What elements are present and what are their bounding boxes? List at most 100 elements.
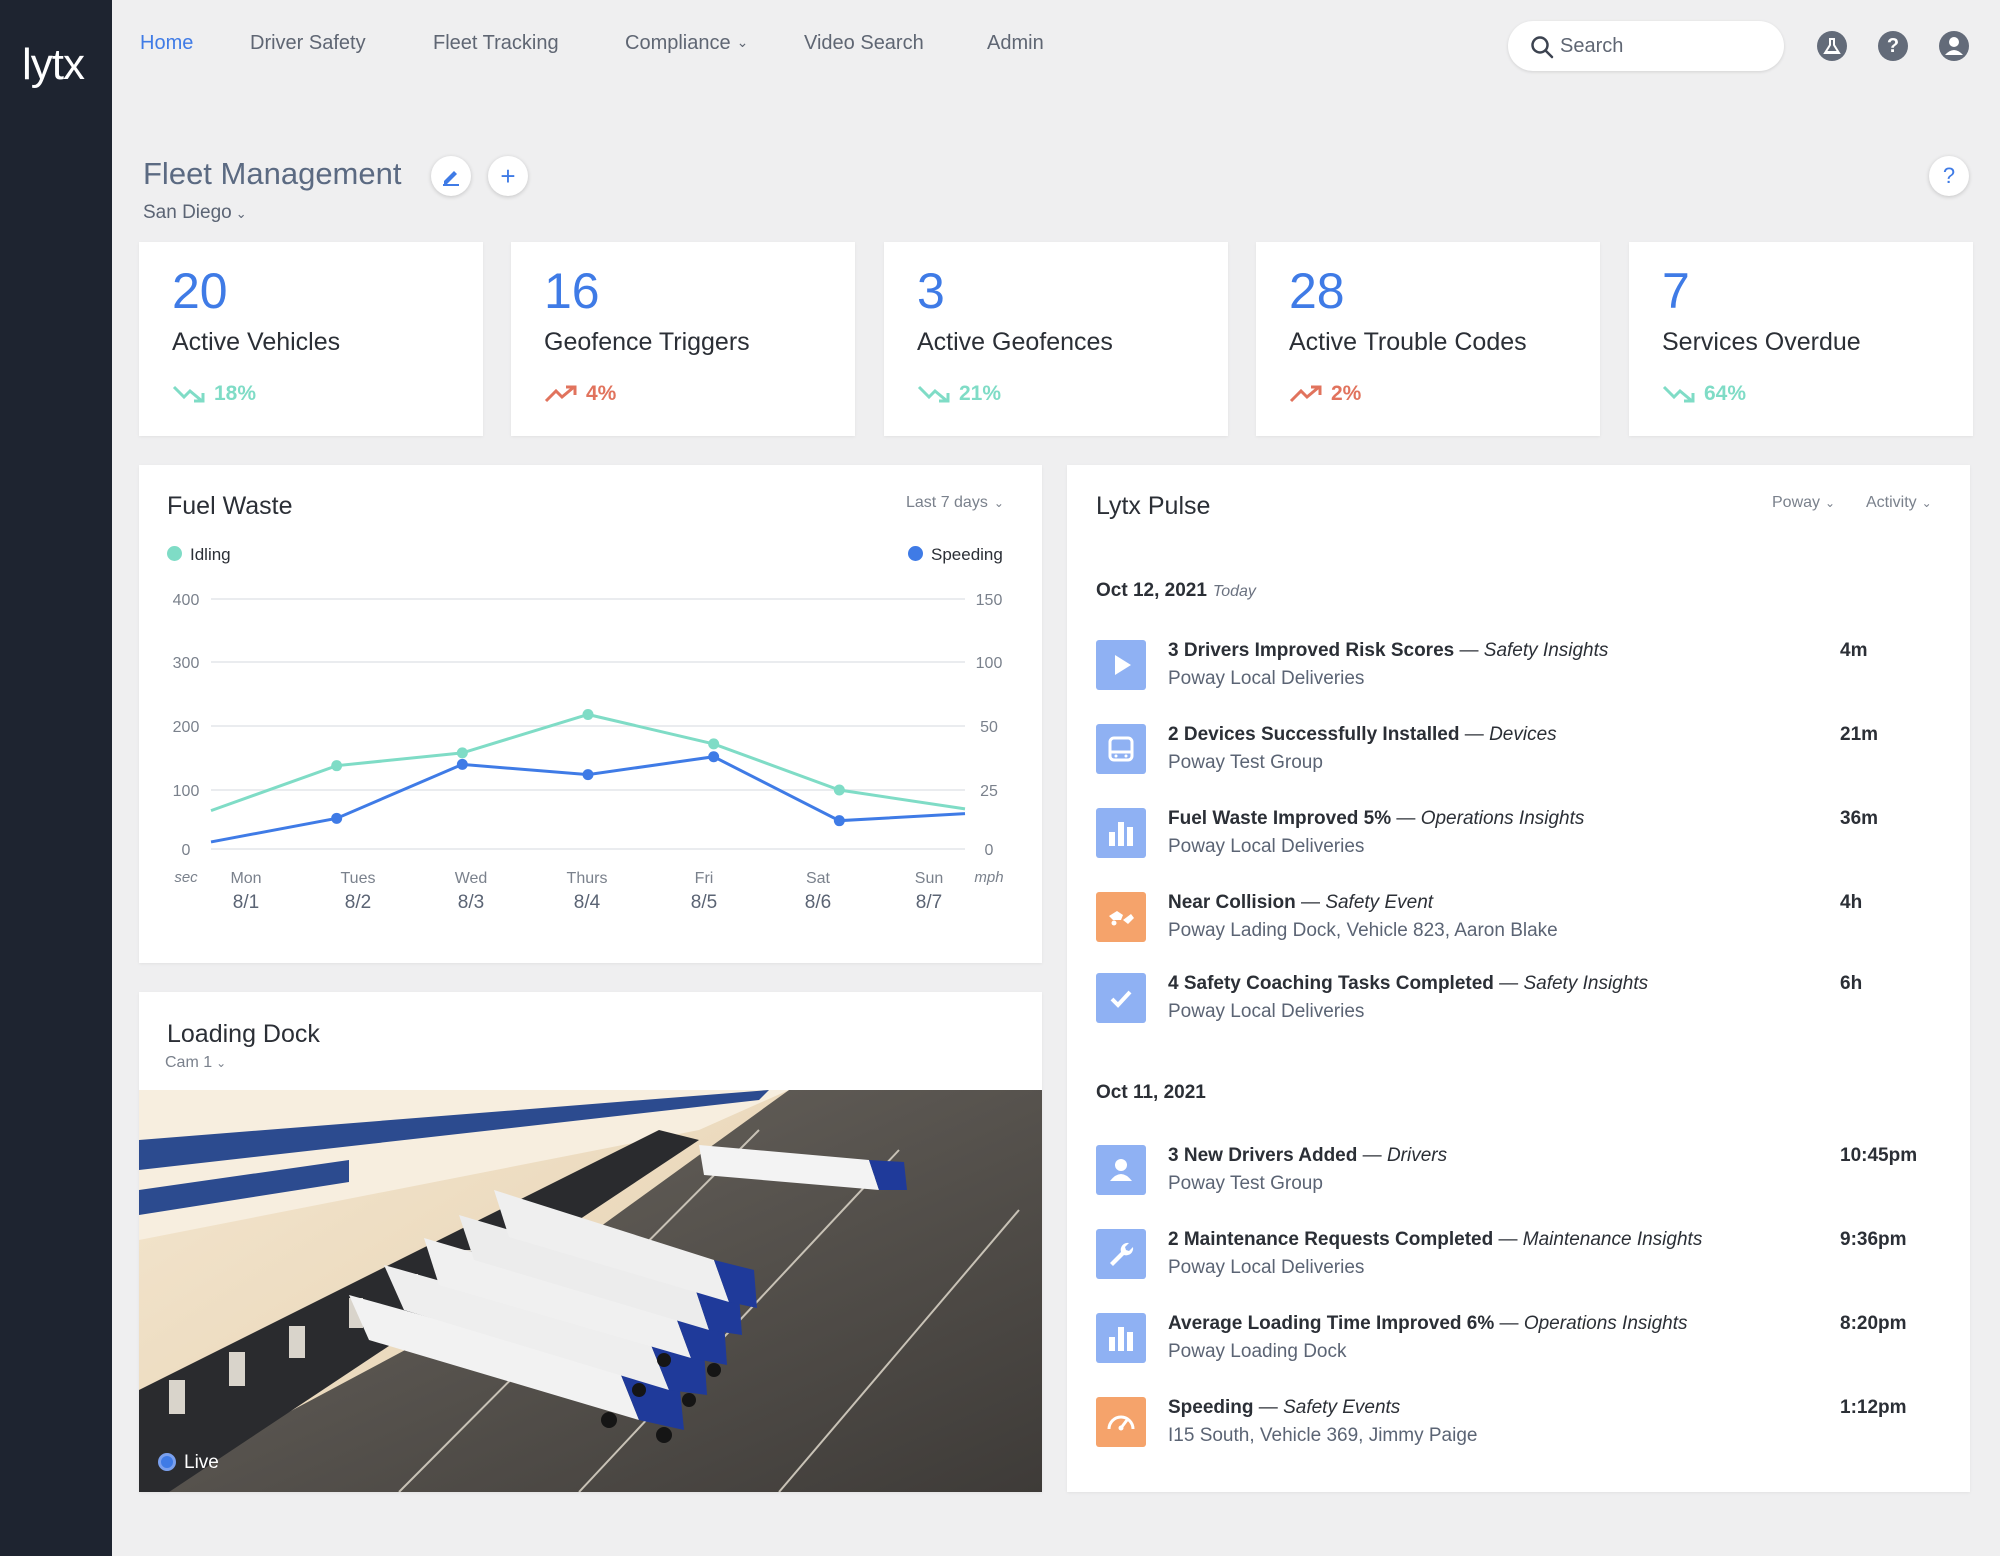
legend-label: Speeding [931,545,1003,564]
stat-label: Active Geofences [917,328,1113,356]
search-icon [1531,36,1554,59]
bar-chart-icon [1096,1313,1146,1363]
x-axis-day-label: Thurs [567,870,608,887]
loading-dock-title: Loading Dock [167,1020,320,1048]
wrench-icon [1096,1229,1146,1279]
pulse-item-category: Maintenance Insights [1522,1229,1703,1250]
nav-fleet-tracking[interactable]: Fleet Tracking [433,32,559,55]
pulse-item[interactable]: 3 New Drivers Added — Drivers Poway Test … [1096,1145,1936,1205]
trend-down-icon [172,386,205,403]
user-icon[interactable] [1939,31,1969,61]
pulse-item-category: Devices [1489,724,1557,745]
stat-label: Geofence Triggers [544,328,750,356]
edit-button[interactable] [431,156,471,196]
pulse-item-category: Safety Insights [1483,640,1609,661]
stat-card-active-vehicles[interactable]: 20 Active Vehicles 18% [139,242,483,436]
pulse-item-headline: 3 Drivers Improved Risk Scores [1168,640,1455,661]
stat-card-active-trouble-codes[interactable]: 28 Active Trouble Codes 2% [1256,242,1600,436]
nav-admin[interactable]: Admin [987,32,1044,55]
stat-label: Active Trouble Codes [1289,328,1527,356]
pulse-item[interactable]: Speeding — Safety Events I15 South, Vehic… [1096,1397,1936,1457]
data-point-speeding [331,812,343,824]
stat-value: 3 [917,263,945,319]
pulse-item-category: Operations Insights [1420,808,1585,829]
page-help-button[interactable]: ? [1929,156,1969,196]
flask-icon[interactable] [1817,31,1847,61]
x-axis-date-label: 8/4 [574,892,601,913]
date-range-dropdown[interactable]: Last 7 days ⌄ [906,494,1004,512]
pulse-item-title: 4 Safety Coaching Tasks Completed — Safe… [1168,973,1649,994]
page-title: Fleet Management [143,156,402,191]
location-label: San Diego [143,202,232,223]
pulse-item-category: Safety Events [1283,1397,1401,1418]
pulse-item-time: 10:45pm [1840,1145,1918,1166]
x-axis-day-label: Sun [915,870,943,887]
nav-home[interactable]: Home [140,32,193,55]
pulse-item-subtitle: Poway Local Deliveries [1168,836,1365,857]
left-axis-tick: 0 [182,842,191,859]
x-axis-date-label: 8/1 [233,892,259,913]
stat-trend: 64% [1662,382,1746,406]
pulse-item[interactable]: 4 Safety Coaching Tasks Completed — Safe… [1096,973,1936,1033]
nav-compliance[interactable]: Compliance ⌄ [625,32,748,55]
search-box[interactable] [1508,21,1784,71]
stat-value: 16 [544,263,600,319]
fuel-waste-title: Fuel Waste [167,492,293,520]
stat-card-geofence-triggers[interactable]: 16 Geofence Triggers 4% [511,242,855,436]
pulse-item[interactable]: Fuel Waste Improved 5% — Operations Insi… [1096,808,1936,868]
add-button[interactable]: + [488,156,528,196]
stat-trend: 21% [917,382,1001,406]
stat-card-active-geofences[interactable]: 3 Active Geofences 21% [884,242,1228,436]
nav-video-search[interactable]: Video Search [804,32,924,55]
lytx-logo[interactable]: lytx [22,40,85,90]
stat-value: 7 [1662,263,1690,319]
activity-filter-dropdown[interactable]: Activity ⌄ [1866,494,1932,512]
location-filter-dropdown[interactable]: Poway ⌄ [1772,494,1835,512]
camera-feed[interactable] [139,1090,1042,1492]
live-label: Live [184,1452,219,1473]
collision-icon [1096,892,1146,942]
chevron-down-icon: ⌄ [1825,496,1836,510]
pulse-item[interactable]: 2 Maintenance Requests Completed — Maint… [1096,1229,1936,1289]
help-icon[interactable]: ? [1878,31,1908,61]
stat-value: 20 [172,263,228,319]
stat-card-services-overdue[interactable]: 7 Services Overdue 64% [1629,242,1973,436]
location-filter-label: Poway [1772,494,1821,511]
data-point-idling [708,738,720,750]
left-axis-tick: 200 [173,719,200,736]
camera-label: Cam 1 [165,1054,213,1071]
pulse-item-title: 2 Devices Successfully Installed — Devic… [1168,724,1557,745]
x-axis-date-label: 8/3 [458,892,484,913]
nav-driver-safety[interactable]: Driver Safety [250,32,366,55]
pulse-item-headline: 2 Devices Successfully Installed [1168,724,1460,745]
pulse-item[interactable]: Average Loading Time Improved 6% — Opera… [1096,1313,1936,1373]
left-axis-tick: 100 [173,783,200,800]
stat-trend: 2% [1289,382,1361,406]
pulse-item-headline: 3 New Drivers Added [1168,1145,1358,1166]
pulse-item-time: 9:36pm [1840,1229,1907,1250]
pulse-item-headline: Fuel Waste Improved 5% [1168,808,1392,829]
pulse-item-headline: Speeding [1168,1397,1254,1418]
pulse-item[interactable]: Near Collision — Safety Event Poway Ladin… [1096,892,1936,952]
series-line-idling [210,712,966,813]
pulse-item-title: 2 Maintenance Requests Completed — Maint… [1168,1229,1703,1250]
location-selector[interactable]: San Diego ⌄ [143,202,247,224]
pulse-item-subtitle: Poway Lading Dock, Vehicle 823, Aaron Bl… [1168,920,1558,941]
left-axis-unit: sec [174,869,198,886]
device-icon [1096,724,1146,774]
date-label: Oct 11, 2021 [1096,1082,1206,1103]
pulse-item-subtitle: Poway Local Deliveries [1168,668,1365,689]
pulse-item[interactable]: 2 Devices Successfully Installed — Devic… [1096,724,1936,784]
date-header: Oct 12, 2021 Today [1096,580,1256,602]
loading-dock-photo [139,1090,1042,1492]
left-axis-tick: 300 [173,655,200,672]
pulse-item-time: 8:20pm [1840,1313,1907,1334]
pulse-item-headline: Average Loading Time Improved 6% [1168,1313,1495,1334]
camera-selector[interactable]: Cam 1 ⌄ [165,1054,226,1072]
pulse-item-subtitle: Poway Test Group [1168,752,1323,773]
pulse-item[interactable]: 3 Drivers Improved Risk Scores — Safety … [1096,640,1936,700]
x-axis-day-label: Mon [230,870,261,887]
search-input[interactable] [1560,31,1760,61]
x-axis-date-label: 8/7 [916,892,942,913]
pulse-item-time: 4m [1840,640,1868,661]
